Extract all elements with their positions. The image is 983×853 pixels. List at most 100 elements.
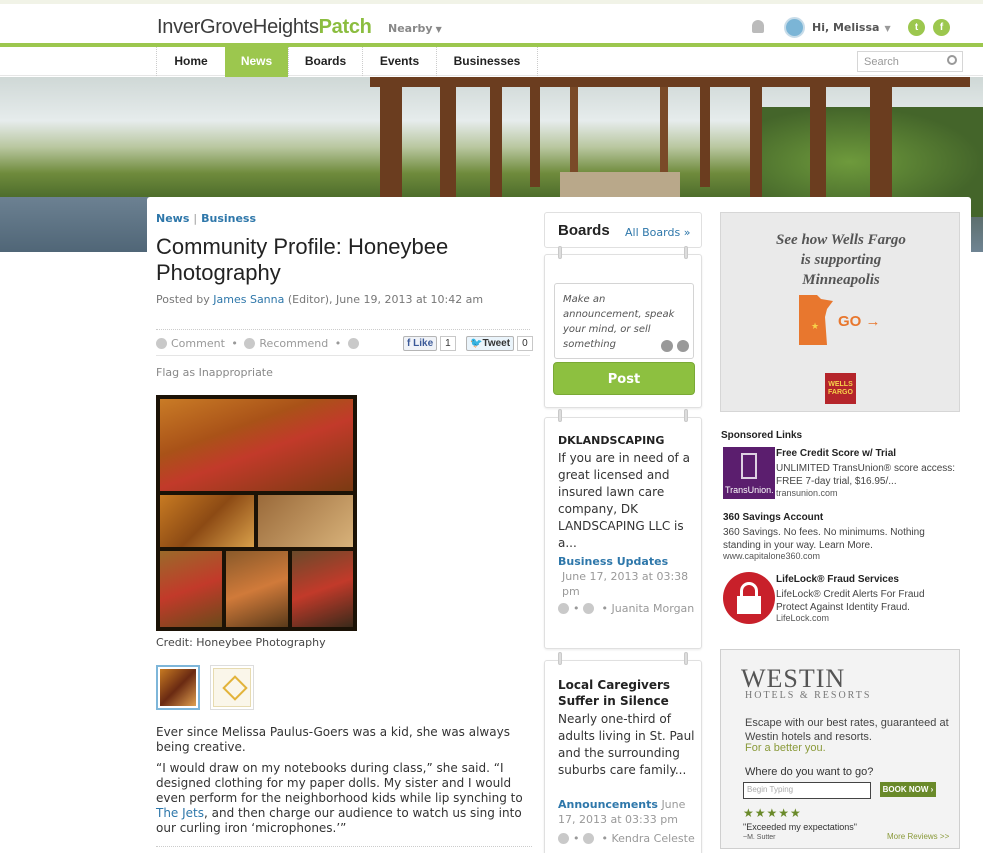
- divider: [156, 355, 530, 356]
- tweet-widget: 🐦Tweet 0: [466, 336, 533, 351]
- sponsored-url[interactable]: LifeLock.com: [776, 613, 829, 623]
- more-reviews-link[interactable]: More Reviews >>: [887, 832, 949, 841]
- comment-icon[interactable]: [558, 833, 569, 844]
- westin-question: Where do you want to go?: [745, 766, 874, 778]
- rating-stars: ★★★★★: [743, 806, 802, 820]
- sponsored-title[interactable]: LifeLock® Fraud Services: [776, 574, 899, 585]
- twitter-icon[interactable]: t: [908, 19, 925, 36]
- binder-ring: [684, 652, 688, 665]
- the-jets-link[interactable]: The Jets: [156, 806, 204, 820]
- boards-heading: Boards: [558, 222, 610, 239]
- facebook-like-widget: f Like 1: [403, 336, 456, 351]
- sponsored-text: UNLIMITED TransUnion® score access: FREE…: [776, 463, 956, 487]
- photo-tile: [160, 551, 222, 627]
- boards-header: Boards All Boards »: [544, 212, 702, 248]
- camera-icon[interactable]: [661, 340, 673, 352]
- site-logo[interactable]: InverGroveHeightsPatch: [157, 16, 372, 39]
- post-button[interactable]: Post: [553, 362, 695, 395]
- photo-tile: [258, 495, 353, 547]
- top-bar: InverGroveHeightsPatch Nearby ▼ Hi, Melis…: [0, 0, 983, 47]
- avatar[interactable]: [784, 17, 805, 38]
- destination-input[interactable]: Begin Typing: [743, 782, 871, 799]
- lifelock-lock-icon[interactable]: [723, 572, 775, 624]
- tweet-button[interactable]: 🐦Tweet: [466, 336, 515, 351]
- book-now-button[interactable]: BOOK NOW ›: [880, 782, 936, 797]
- board-post-category[interactable]: Business Updates: [558, 555, 668, 568]
- breadcrumb-business[interactable]: Business: [201, 212, 256, 225]
- main-nav: Home News Boards Events Businesses Searc…: [0, 47, 983, 80]
- board-post-author[interactable]: • Juanita Morgan: [602, 602, 695, 615]
- facebook-icon[interactable]: f: [933, 19, 950, 36]
- photo-tile: [160, 399, 353, 491]
- sponsored-url[interactable]: www.capitalone360.com: [723, 551, 820, 561]
- board-post-title[interactable]: Local Caregivers Suffer in Silence: [558, 677, 694, 709]
- sponsored-url[interactable]: transunion.com: [776, 488, 838, 498]
- nav-businesses[interactable]: Businesses: [436, 47, 538, 76]
- binder-ring: [558, 652, 562, 665]
- westin-tagline: For a better you.: [745, 742, 826, 754]
- photo-credit: Credit: Honeybee Photography: [156, 636, 326, 649]
- author-link[interactable]: James Sanna: [213, 293, 284, 306]
- photo-thumbnail[interactable]: [156, 665, 200, 710]
- board-post-author-row: • • Kendra Celeste: [558, 831, 696, 846]
- video-icon[interactable]: [677, 340, 689, 352]
- breadcrumb-news[interactable]: News: [156, 212, 189, 225]
- compose-placeholder: Make an announcement, speak your mind, o…: [563, 294, 675, 350]
- minnesota-map-icon: ★: [799, 295, 833, 345]
- svg-text:★: ★: [811, 322, 819, 332]
- bell-icon[interactable]: [752, 20, 764, 33]
- recommend-icon: [244, 338, 256, 349]
- compose-textarea[interactable]: Make an announcement, speak your mind, o…: [554, 283, 694, 359]
- westin-text: Escape with our best rates, guaranteed a…: [745, 717, 949, 743]
- nav-boards[interactable]: Boards: [288, 47, 362, 76]
- search-placeholder: Search: [864, 56, 899, 68]
- article-photo[interactable]: [156, 395, 357, 631]
- article-paragraph: Ever since Melissa Paulus-Goers was a ki…: [156, 725, 510, 754]
- nav-news[interactable]: News: [225, 47, 288, 80]
- chevron-down-icon: ▼: [435, 25, 442, 34]
- photo-thumbnail[interactable]: [210, 665, 254, 710]
- nav-home[interactable]: Home: [156, 47, 225, 76]
- facebook-icon: f: [407, 338, 411, 349]
- transunion-logo[interactable]: TransUnion.: [723, 447, 775, 499]
- board-post-title[interactable]: DKLANDSCAPING: [558, 433, 694, 449]
- board-post-excerpt: If you are in need of a great licensed a…: [558, 451, 690, 550]
- binder-ring: [684, 409, 688, 422]
- board-post-author[interactable]: • Kendra Celeste: [602, 832, 695, 845]
- review-author: ~M. Sutter: [743, 834, 776, 841]
- search-icon[interactable]: [947, 55, 957, 65]
- user-menu[interactable]: Hi, Melissa ▼: [812, 21, 891, 34]
- sponsored-links-heading: Sponsored Links: [721, 430, 803, 441]
- logo-town: InverGroveHeights: [157, 16, 319, 38]
- recommend-icon[interactable]: [583, 833, 594, 844]
- comment-icon: [156, 338, 167, 349]
- all-boards-link[interactable]: All Boards »: [625, 226, 690, 239]
- westin-ad[interactable]: WESTIN HOTELS & RESORTS Escape with our …: [720, 649, 960, 849]
- recommend-icon[interactable]: [583, 603, 594, 614]
- ad-tagline: See how Wells Fargo is supporting Minnea…: [776, 232, 906, 288]
- article-title: Community Profile: Honeybee Photography: [156, 234, 449, 285]
- wells-fargo-ad[interactable]: See how Wells Fargo is supporting Minnea…: [720, 212, 960, 412]
- flag-inappropriate-link[interactable]: Flag as Inappropriate: [156, 366, 273, 379]
- linkedin-icon[interactable]: [347, 338, 359, 349]
- chevron-down-icon: ▼: [884, 24, 891, 33]
- board-post-date: June 17, 2013 at 03:38 pm: [562, 570, 689, 598]
- nav-events[interactable]: Events: [362, 47, 436, 76]
- greeting-text: Hi, Melissa: [812, 21, 880, 34]
- board-post-category[interactable]: Announcements: [558, 798, 658, 811]
- search-input[interactable]: Search: [857, 51, 963, 72]
- breadcrumb: News | Business: [156, 212, 257, 225]
- facebook-like-button[interactable]: f Like: [403, 336, 438, 351]
- sponsored-title[interactable]: Free Credit Score w/ Trial: [776, 448, 896, 459]
- sponsored-title[interactable]: 360 Savings Account: [723, 512, 823, 523]
- nearby-label: Nearby: [388, 22, 433, 35]
- recommend-link[interactable]: Recommend: [259, 337, 328, 350]
- ad-cta[interactable]: GO →: [838, 313, 881, 330]
- tweet-count: 0: [517, 336, 533, 351]
- binder-ring: [684, 246, 688, 259]
- divider: [156, 329, 530, 330]
- nearby-dropdown[interactable]: Nearby ▼: [388, 22, 442, 35]
- review-quote: "Exceeded my expectations": [743, 822, 857, 832]
- comment-icon[interactable]: [558, 603, 569, 614]
- comment-link[interactable]: Comment: [171, 337, 225, 350]
